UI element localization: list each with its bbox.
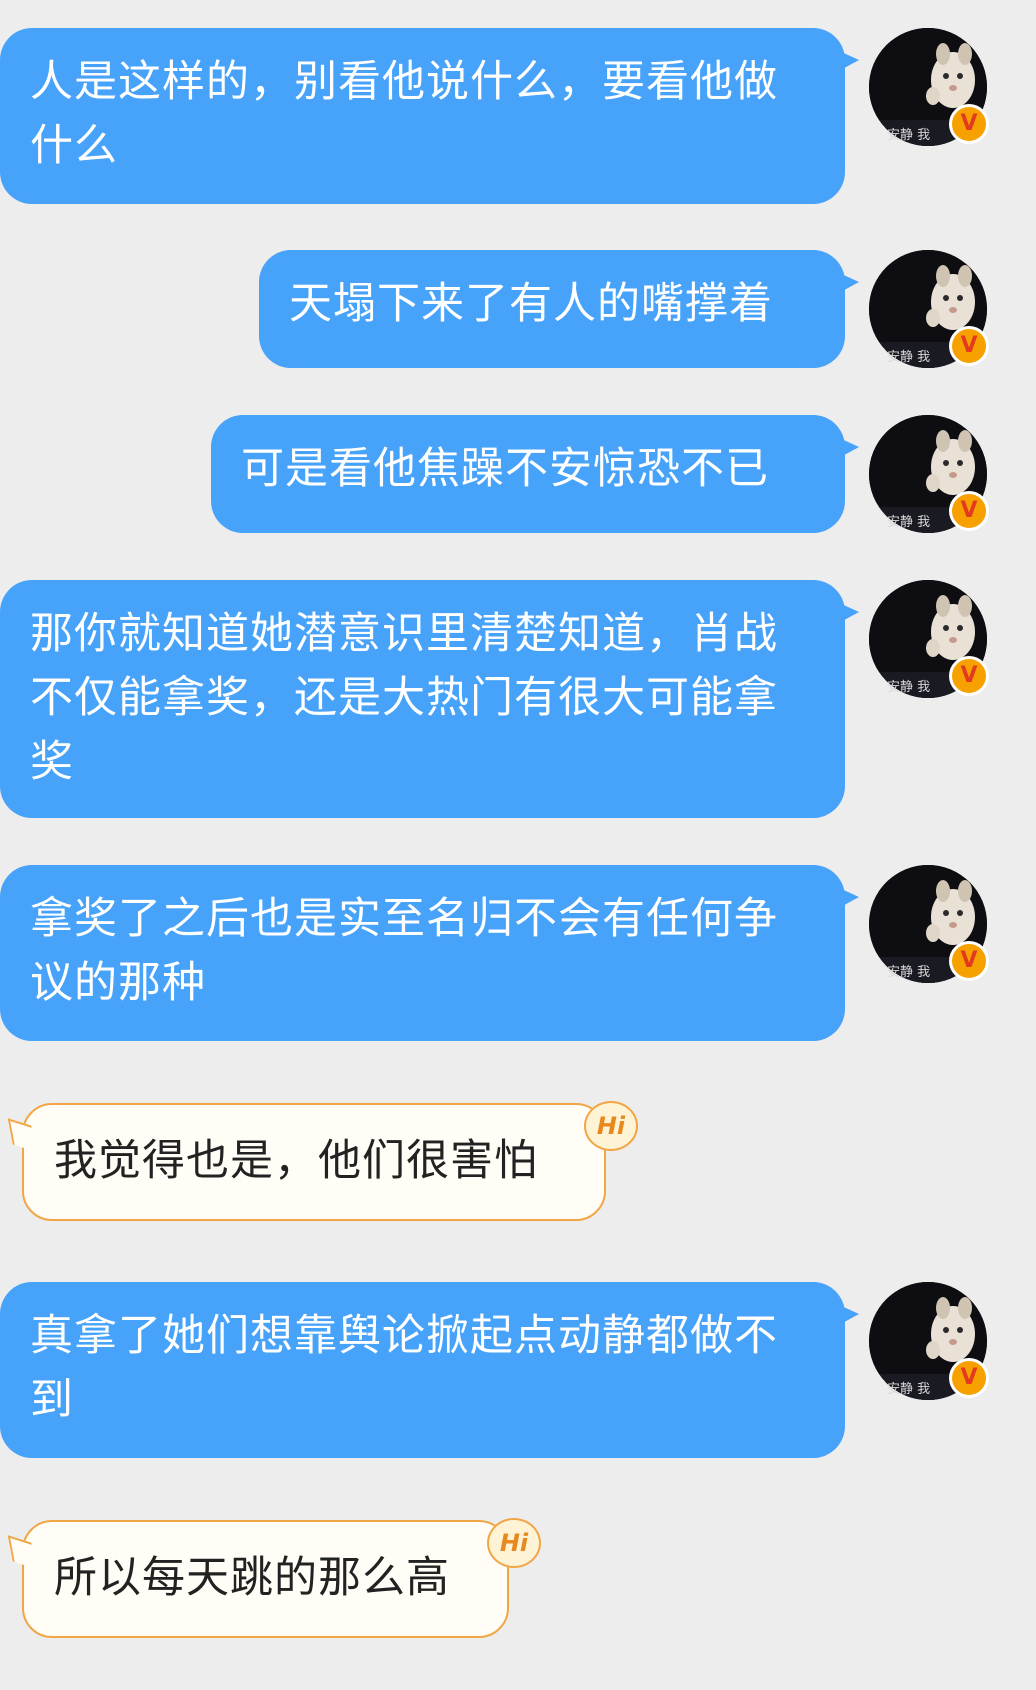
message-text: 拿奖了之后也是实至名归不会有任何争议的那种 bbox=[30, 894, 778, 1008]
avatar-caption: 安静 我 bbox=[887, 1382, 931, 1397]
avatar[interactable]: 安静 我 V bbox=[869, 28, 989, 146]
message-text: 天塌下来了有人的嘴撑着 bbox=[289, 279, 773, 329]
verified-badge-icon: V bbox=[949, 941, 989, 981]
avatar[interactable]: 安静 我 V bbox=[869, 1282, 989, 1400]
avatar-caption: 安静 我 bbox=[887, 128, 931, 143]
verified-badge-icon: V bbox=[949, 104, 989, 144]
chat-thread: 人是这样的，别看他说什么，要看他做什么 安静 我 V 天塌下来了有人的嘴撑着 安… bbox=[0, 0, 1036, 1690]
avatar-caption: 安静 我 bbox=[887, 965, 931, 980]
received-message-bubble[interactable]: 所以每天跳的那么高 bbox=[22, 1520, 509, 1638]
received-message-bubble[interactable]: 我觉得也是，他们很害怕 bbox=[22, 1103, 606, 1221]
message-text: 真拿了她们想靠舆论掀起点动静都做不到 bbox=[30, 1311, 778, 1425]
sent-message-bubble[interactable]: 拿奖了之后也是实至名归不会有任何争议的那种 bbox=[0, 865, 859, 1041]
hi-badge-icon: Hi bbox=[584, 1101, 638, 1151]
sent-message-bubble[interactable]: 可是看他焦躁不安惊恐不已 bbox=[211, 415, 859, 533]
verified-badge-icon: V bbox=[949, 491, 989, 531]
avatar-caption: 安静 我 bbox=[887, 350, 931, 365]
avatar[interactable]: 安静 我 V bbox=[869, 250, 989, 368]
avatar[interactable]: 安静 我 V bbox=[869, 580, 989, 698]
sent-message-bubble[interactable]: 那你就知道她潜意识里清楚知道，肖战不仅能拿奖，还是大热门有很大可能拿奖 bbox=[0, 580, 859, 818]
sent-message-bubble[interactable]: 人是这样的，别看他说什么，要看他做什么 bbox=[0, 28, 859, 204]
avatar[interactable]: 安静 我 V bbox=[869, 865, 989, 983]
avatar-caption: 安静 我 bbox=[887, 515, 931, 530]
message-text: 所以每天跳的那么高 bbox=[54, 1553, 450, 1603]
hi-badge-icon: Hi bbox=[487, 1518, 541, 1568]
verified-badge-icon: V bbox=[949, 1358, 989, 1398]
sent-message-bubble[interactable]: 天塌下来了有人的嘴撑着 bbox=[259, 250, 859, 368]
message-text: 那你就知道她潜意识里清楚知道，肖战不仅能拿奖，还是大热门有很大可能拿奖 bbox=[30, 609, 778, 787]
message-text: 可是看他焦躁不安惊恐不已 bbox=[241, 444, 769, 494]
avatar[interactable]: 安静 我 V bbox=[869, 415, 989, 533]
message-text: 我觉得也是，他们很害怕 bbox=[54, 1136, 538, 1186]
avatar-caption: 安静 我 bbox=[887, 680, 931, 695]
message-text: 人是这样的，别看他说什么，要看他做什么 bbox=[30, 57, 778, 171]
verified-badge-icon: V bbox=[949, 656, 989, 696]
verified-badge-icon: V bbox=[949, 326, 989, 366]
sent-message-bubble[interactable]: 真拿了她们想靠舆论掀起点动静都做不到 bbox=[0, 1282, 859, 1458]
